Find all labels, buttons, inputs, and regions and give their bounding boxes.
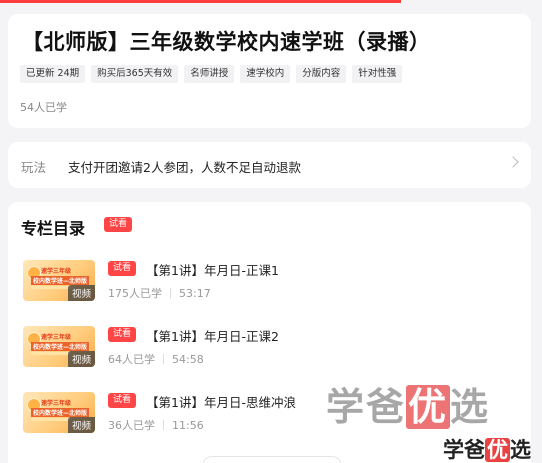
rule-label: 玩法: [21, 160, 47, 175]
meta-divider: [163, 354, 164, 364]
lesson-learners: 175人已学: [108, 287, 162, 300]
video-label: 视频: [67, 417, 95, 433]
lesson-trial-badge: 试看: [108, 327, 137, 342]
progress-bar-fill: [0, 0, 402, 3]
course-info-card: 【北师版】三年级数学校内速学班（录播） 已更新 24期 购买后365天有效 名师…: [8, 14, 531, 128]
lesson-duration: 54:58: [172, 353, 204, 366]
course-tags: 已更新 24期 购买后365天有效 名师讲授 速学校内 分版内容 针对性强: [20, 65, 403, 83]
meta-divider: [163, 420, 164, 430]
lesson-meta: 36人已学 11:56: [108, 417, 204, 433]
lesson-thumbnail: 速学三年级 校内数学班—北师版 视频: [23, 260, 95, 301]
lesson-title: 【第1讲】年月日-正课2: [146, 329, 279, 344]
thumbnail-stripe: [31, 352, 71, 355]
catalog-title: 专栏目录: [21, 219, 86, 238]
tag-teacher: 名师讲授: [184, 65, 235, 83]
thumbnail-caption: 速学三年级: [41, 334, 72, 341]
lesson-learners: 64人已学: [108, 353, 155, 366]
tag-validity: 购买后365天有效: [91, 65, 179, 83]
thumbnail-caption: 速学三年级: [41, 400, 72, 407]
lesson-duration: 11:56: [172, 419, 204, 432]
rule-text: 支付开团邀请2人参团，人数不足自动退款: [68, 160, 301, 175]
watermark-text-end: 选: [510, 438, 531, 462]
lesson-title: 【第1讲】年月日-正课1: [146, 263, 279, 278]
thumbnail-subcaption: 校内数学班—北师版: [31, 276, 90, 285]
lesson-trial-badge: 试看: [108, 393, 137, 408]
tag-edition: 分版内容: [296, 65, 347, 83]
watermark-text: 学爸: [443, 438, 485, 462]
thumbnail-subcaption: 校内数学班—北师版: [31, 342, 90, 351]
lesson-duration: 53:17: [179, 287, 211, 300]
course-learner-count: 54人已学: [20, 101, 67, 114]
lesson-item[interactable]: 速学三年级 校内数学班—北师版 视频 试看 【第1讲】年月日-正课2 64人已学…: [23, 326, 523, 370]
lesson-title: 【第1讲】年月日-思维冲浪: [146, 395, 296, 410]
lesson-thumbnail: 速学三年级 校内数学班—北师版 视频: [23, 326, 95, 367]
watermark-text: 学爸: [326, 385, 407, 429]
lesson-item[interactable]: 速学三年级 校内数学班—北师版 视频 试看 【第1讲】年月日-正课1 175人已…: [23, 260, 523, 304]
lesson-thumbnail: 速学三年级 校内数学班—北师版 视频: [23, 392, 95, 433]
group-buy-rule-row[interactable]: 玩法 支付开团邀请2人参团，人数不足自动退款: [8, 142, 531, 188]
thumbnail-subcaption: 校内数学班—北师版: [31, 408, 90, 417]
lesson-meta: 64人已学 54:58: [108, 351, 204, 367]
watermark-large: 学爸优选: [326, 376, 490, 431]
tag-fast-learning: 速学校内: [240, 65, 291, 83]
tag-targeted: 针对性强: [352, 65, 403, 83]
meta-divider: [170, 288, 171, 298]
course-title: 【北师版】三年级数学校内速学班（录播）: [22, 30, 431, 54]
lesson-meta: 175人已学 53:17: [108, 285, 211, 301]
progress-bar: [0, 0, 542, 3]
watermark-highlight: 优: [406, 385, 451, 429]
thumbnail-stripe: [31, 286, 71, 289]
tag-updated: 已更新 24期: [20, 65, 86, 83]
video-label: 视频: [67, 351, 95, 367]
watermark-small: 学爸优选: [443, 434, 531, 463]
load-more-button[interactable]: [202, 456, 342, 463]
trial-badge: 试看: [104, 217, 133, 232]
lesson-trial-badge: 试看: [108, 261, 137, 276]
chevron-right-icon: [507, 156, 519, 168]
lesson-learners: 36人已学: [108, 419, 155, 432]
video-label: 视频: [67, 285, 95, 301]
watermark-highlight: 优: [485, 438, 510, 462]
watermark-text-end: 选: [450, 385, 491, 429]
thumbnail-stripe: [31, 418, 71, 421]
thumbnail-caption: 速学三年级: [41, 268, 72, 275]
